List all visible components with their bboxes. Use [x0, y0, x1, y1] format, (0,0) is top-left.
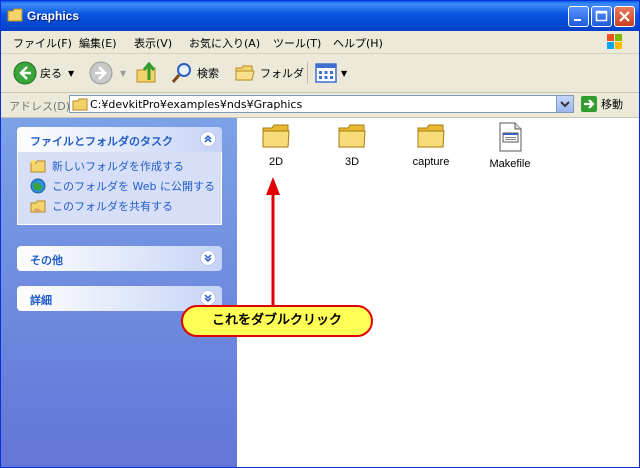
details-title: 詳細 — [30, 294, 52, 307]
other-places-box: その他 — [17, 246, 222, 271]
back-button[interactable]: 戻る ▼ — [13, 60, 74, 86]
views-dropdown-icon[interactable]: ▼ — [341, 69, 347, 78]
maximize-button[interactable] — [591, 6, 612, 27]
task-pane: ファイルとフォルダのタスク 新しいフォルダを作成する このフォルダを Web に… — [1, 118, 237, 467]
minimize-button[interactable] — [568, 6, 589, 27]
toolbar: 戻る ▼ ▼ 検索 フォルダ ▼ — [1, 54, 639, 93]
window-title: Graphics — [27, 9, 80, 23]
go-label: 移動 — [601, 98, 623, 111]
folder-label-2d: 2D — [268, 156, 284, 168]
go-button[interactable]: 移動 — [581, 96, 623, 112]
address-bar: アドレス(D) C:¥devkitPro¥examples¥nds¥Graphi… — [1, 93, 639, 118]
menu-view[interactable]: 表示(V) — [134, 35, 172, 51]
chevron-down-icon — [204, 254, 212, 263]
expand-other-button[interactable] — [200, 250, 216, 266]
task-share-folder[interactable]: このフォルダを共有する — [18, 196, 221, 216]
task-share-folder-label: このフォルダを共有する — [52, 200, 173, 213]
maximize-icon — [595, 10, 608, 22]
search-label: 検索 — [197, 67, 219, 80]
explorer-window: Graphics ファイル(F) 編集(E) 表示(V) お気に入り(A) ツー… — [0, 0, 640, 468]
chevron-up-icon — [204, 134, 212, 143]
back-dropdown-icon[interactable]: ▼ — [68, 69, 74, 78]
back-arrow-icon — [13, 61, 37, 85]
title-bar[interactable]: Graphics — [1, 1, 639, 31]
file-folder-tasks-list: 新しいフォルダを作成する このフォルダを Web に公開する このフォルダを共有… — [17, 152, 222, 225]
chevron-down-icon — [560, 101, 570, 108]
file-folder-tasks-title: ファイルとフォルダのタスク — [30, 135, 173, 148]
back-label: 戻る — [40, 67, 62, 80]
folder-icon — [338, 124, 366, 148]
go-arrow-icon — [581, 96, 597, 112]
views-button[interactable]: ▼ — [314, 60, 347, 86]
address-path: C:¥devkitPro¥examples¥nds¥Graphics — [90, 98, 303, 111]
folder-item-capture[interactable]: capture — [396, 122, 466, 168]
menu-tools[interactable]: ツール(T) — [273, 35, 321, 51]
folder-label-3d: 3D — [344, 156, 360, 168]
views-icon — [315, 63, 337, 83]
search-icon — [171, 63, 191, 83]
minimize-icon — [574, 19, 581, 21]
folder-icon — [262, 124, 290, 148]
folder-label-capture: capture — [412, 156, 450, 168]
menu-file[interactable]: ファイル(F) — [13, 35, 72, 51]
file-item-makefile[interactable]: Makefile — [475, 122, 545, 170]
share-folder-icon — [30, 200, 46, 213]
menu-bar: ファイル(F) 編集(E) 表示(V) お気に入り(A) ツール(T) ヘルプ(… — [1, 31, 639, 54]
other-places-title: その他 — [30, 254, 63, 267]
task-publish-web[interactable]: このフォルダを Web に公開する — [18, 176, 221, 196]
up-folder-button[interactable] — [135, 60, 162, 86]
folder-item-2d[interactable]: 2D — [241, 122, 311, 168]
collapse-tasks-button[interactable] — [200, 131, 216, 147]
file-icon — [499, 122, 522, 152]
file-folder-tasks-box: ファイルとフォルダのタスク 新しいフォルダを作成する このフォルダを Web に… — [17, 127, 222, 225]
address-dropdown-button[interactable] — [556, 96, 573, 112]
folders-icon — [235, 65, 255, 81]
task-new-folder-label: 新しいフォルダを作成する — [52, 160, 184, 173]
expand-details-button[interactable] — [200, 290, 216, 306]
address-label: アドレス(D) — [9, 100, 71, 113]
task-publish-web-label: このフォルダを Web に公開する — [52, 180, 215, 193]
globe-icon — [30, 178, 46, 194]
search-button[interactable]: 検索 — [170, 60, 219, 86]
file-view: 2D 3D capture Makefile — [237, 118, 639, 467]
folders-button[interactable]: フォルダ — [233, 60, 304, 86]
folder-item-3d[interactable]: 3D — [317, 122, 387, 168]
menu-edit[interactable]: 編集(E) — [79, 35, 117, 51]
up-folder-icon — [136, 61, 156, 83]
folder-icon — [7, 8, 23, 22]
address-folder-icon — [72, 98, 88, 111]
folder-icon — [417, 124, 445, 148]
new-folder-icon — [30, 160, 46, 173]
callout-double-click: これをダブルクリック — [181, 305, 373, 337]
close-icon — [619, 11, 630, 22]
forward-button[interactable]: ▼ — [89, 60, 126, 86]
address-input[interactable]: C:¥devkitPro¥examples¥nds¥Graphics — [69, 95, 574, 113]
file-folder-tasks-header[interactable]: ファイルとフォルダのタスク — [17, 127, 222, 152]
close-button[interactable] — [614, 6, 635, 27]
chevron-down-icon — [204, 294, 212, 303]
task-new-folder[interactable]: 新しいフォルダを作成する — [18, 156, 221, 176]
file-label-makefile: Makefile — [489, 158, 531, 170]
menu-favorites[interactable]: お気に入り(A) — [189, 35, 260, 51]
forward-arrow-icon — [89, 61, 113, 85]
other-places-header[interactable]: その他 — [17, 246, 222, 271]
folders-label: フォルダ — [260, 67, 304, 80]
toolbar-separator — [307, 62, 308, 84]
windows-logo-icon — [607, 34, 622, 49]
forward-dropdown-icon[interactable]: ▼ — [120, 69, 126, 78]
menu-help[interactable]: ヘルプ(H) — [333, 35, 383, 51]
